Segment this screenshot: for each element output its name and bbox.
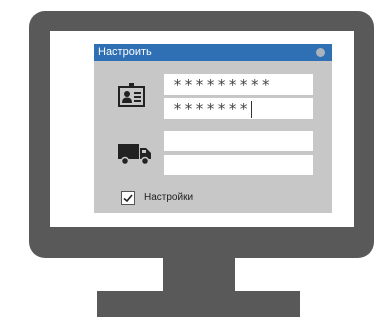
delivery-field-2[interactable] <box>164 155 313 175</box>
login-field-value: ********* <box>173 76 273 94</box>
checkmark-icon <box>123 194 133 203</box>
password-field-value: ******* <box>173 100 251 118</box>
login-field[interactable]: ********* <box>164 74 313 95</box>
dialog-title: Настроить <box>98 46 152 58</box>
delivery-truck-icon <box>118 144 151 165</box>
settings-dialog: Настроить <box>94 44 332 213</box>
monitor-stand-base <box>97 291 300 317</box>
illustration: Настроить ********* ******* Настройки <box>0 0 377 317</box>
settings-checkbox[interactable] <box>121 191 135 205</box>
monitor-stand-neck <box>163 258 235 291</box>
password-field[interactable]: ******* <box>164 98 313 119</box>
settings-checkbox-label: Настройки <box>144 192 194 203</box>
password-field-text: ******* <box>173 98 253 120</box>
close-icon[interactable] <box>316 48 325 57</box>
delivery-field-1[interactable] <box>164 131 313 151</box>
id-card-icon <box>118 83 145 107</box>
text-caret <box>251 101 253 118</box>
dialog-titlebar: Настроить <box>94 44 332 61</box>
